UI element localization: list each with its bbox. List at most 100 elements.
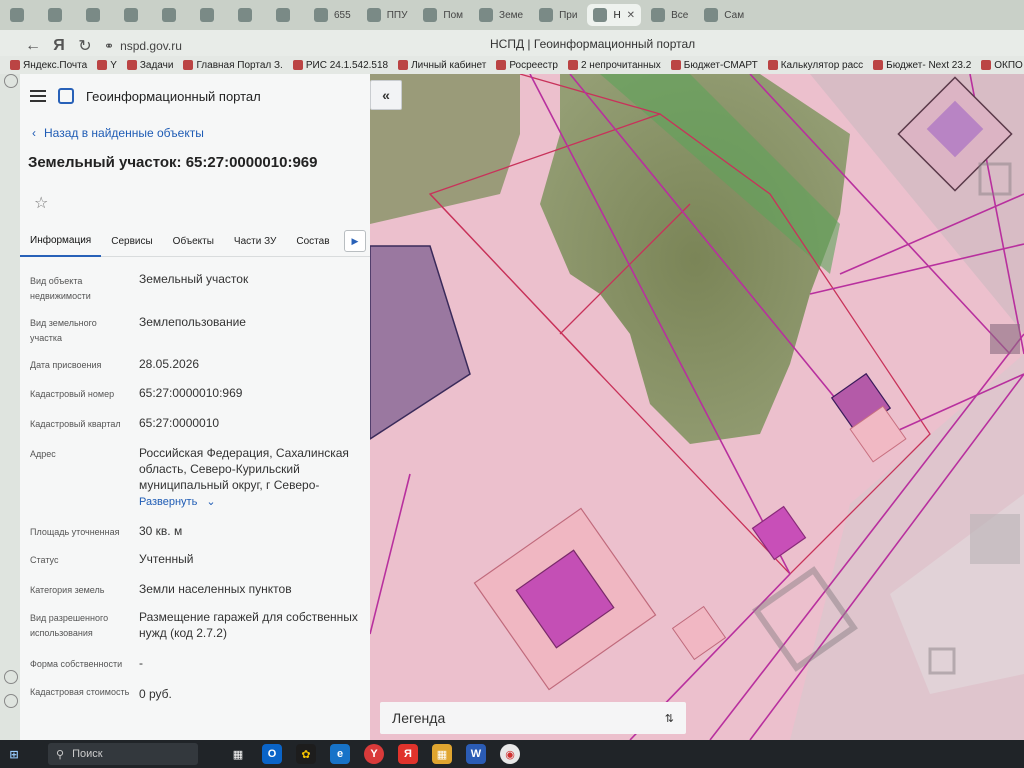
bookmark-label: Калькулятор расс <box>780 59 864 71</box>
app-name: Геоинформационный портал <box>86 88 261 104</box>
yandex-browser-icon[interactable]: Y <box>364 744 384 764</box>
chevron-down-icon: ⌄ <box>206 496 216 508</box>
property-value: Земельный участок <box>139 272 249 286</box>
tab-composition[interactable]: Состав <box>286 226 339 256</box>
back-to-results-link[interactable]: ‹ Назад в найденные объекты <box>32 126 370 140</box>
legend-dropdown[interactable]: Легенда ⇅ <box>380 702 686 734</box>
browser-sidebar <box>0 30 20 740</box>
browser-tab[interactable]: При <box>533 4 583 26</box>
browser-tab[interactable]: Земе <box>473 4 529 26</box>
tab-favicon-icon <box>704 8 719 22</box>
property-value: 65:27:0000010:969 <box>139 386 243 400</box>
bookmark-item[interactable]: Калькулятор расс <box>767 59 864 71</box>
object-info-panel: Геоинформационный портал ‹ Назад в найде… <box>20 74 371 740</box>
tab-favicon-icon <box>86 8 100 22</box>
property-value: 65:27:0000010 <box>139 416 220 430</box>
browser-tab[interactable]: 655 <box>308 4 357 26</box>
property-key: Статус <box>30 555 59 565</box>
sidebar-icon[interactable] <box>4 74 18 88</box>
url-field[interactable]: ⚭ nspd.gov.ru <box>104 35 182 57</box>
browser-tab[interactable] <box>194 4 228 26</box>
property-value: Размещение гаражей для собственных нужд … <box>139 610 358 640</box>
menu-icon[interactable] <box>30 90 46 102</box>
bookmark-item[interactable]: Росреестр <box>496 60 558 71</box>
sort-arrows-icon: ⇅ <box>664 712 674 725</box>
page-title: НСПД | Геоинформационный портал <box>490 37 696 51</box>
property-value: 30 кв. м <box>139 524 183 538</box>
task-view-icon[interactable]: ▦ <box>228 744 248 764</box>
bookmark-item[interactable]: Y <box>97 60 117 71</box>
tab-label: Все <box>671 9 689 21</box>
browser-tab[interactable] <box>270 4 304 26</box>
bookmark-item[interactable]: 2 непрочитанных <box>567 59 661 71</box>
bookmark-item[interactable]: ОКПО по <box>981 60 1024 71</box>
building-parcel <box>671 605 727 661</box>
expand-address-link[interactable]: Развернуть ⌄ <box>139 494 361 510</box>
parcel-line <box>370 473 411 635</box>
bookmark-item[interactable]: Главная Портал З. <box>183 60 283 71</box>
browser-tab[interactable] <box>156 4 190 26</box>
bookmark-item[interactable]: Бюджет- Next 23.2 <box>873 60 971 71</box>
chrome-icon[interactable]: ◉ <box>500 744 520 764</box>
tab-objects[interactable]: Объекты <box>163 226 224 256</box>
tab-label: Земе <box>499 9 524 21</box>
bookmark-icon <box>567 60 578 70</box>
object-title: Земельный участок: 65:27:0000010:969 <box>28 154 318 171</box>
bookmark-label: Росреестр <box>509 59 558 71</box>
browser-tab[interactable]: Н ✕ <box>587 4 642 26</box>
outlook-icon[interactable]: O <box>262 744 282 764</box>
bookmark-item[interactable]: Бюджет-СМАРТ <box>670 60 758 71</box>
legend-label: Легенда <box>392 710 446 726</box>
property-value: Земли населенных пунктов <box>139 582 292 596</box>
browser-tab[interactable] <box>42 4 76 26</box>
word-icon[interactable]: W <box>466 744 486 764</box>
chevron-left-icon: ‹ <box>32 126 36 140</box>
collapse-panel-button[interactable]: « <box>370 80 402 110</box>
file-explorer-icon[interactable]: ▦ <box>432 744 452 764</box>
map-canvas[interactable] <box>370 74 1024 740</box>
property-key: Кадастровая стоимость <box>30 687 130 697</box>
start-icon[interactable]: ⊞ <box>4 744 24 764</box>
browser-tab[interactable] <box>232 4 266 26</box>
bookmark-icon <box>126 60 137 70</box>
edge-icon[interactable]: e <box>330 744 350 764</box>
browser-tab[interactable]: Все <box>645 4 694 26</box>
tab-information[interactable]: Информация <box>20 225 102 257</box>
bookmark-item[interactable]: Задачи <box>126 60 173 71</box>
tab-favicon-icon <box>10 8 24 22</box>
tab-favicon-icon <box>479 8 494 22</box>
taskbar-search[interactable]: ⚲ Поиск <box>48 743 198 765</box>
sidebar-icon[interactable] <box>4 694 18 708</box>
sidebar-icon[interactable] <box>4 670 18 684</box>
bookmark-item[interactable]: Личный кабинет <box>398 60 486 71</box>
cadastral-map[interactable]: « Легенда ⇅ <box>370 74 1024 740</box>
yandex-icon[interactable]: Я <box>398 744 418 764</box>
tab-label: Сам <box>724 9 745 21</box>
bookmark-icon <box>767 60 778 70</box>
close-tab-icon[interactable]: ✕ <box>627 10 635 21</box>
bookmark-item[interactable]: РИС 24.1.542.518 <box>292 59 389 71</box>
tab-label: 655 <box>334 9 351 21</box>
bookmark-label: 2 непрочитанных <box>580 59 661 71</box>
property-key: Дата присвоения <box>30 360 102 370</box>
tab-favicon-icon <box>366 8 381 22</box>
tab-services[interactable]: Сервисы <box>101 226 162 256</box>
bookmark-item[interactable]: Яндекс.Почта <box>10 60 87 71</box>
windows-taskbar: ⊞ ⚲ Поиск ▦ O ✿ e Y Я ▦ W ◉ <box>0 740 1024 768</box>
favorite-star-icon[interactable]: ☆ <box>34 193 50 212</box>
site-info-icon[interactable]: ⚭ <box>104 39 114 53</box>
tabs-scroll-right-button[interactable]: ▶ <box>344 230 366 252</box>
tab-favicon-icon <box>314 8 328 22</box>
browser-tab[interactable] <box>4 4 38 26</box>
tab-parts[interactable]: Части ЗУ <box>224 226 286 256</box>
bookmark-label: РИС 24.1.542.518 <box>305 59 389 71</box>
browser-tab[interactable] <box>80 4 114 26</box>
browser-tab[interactable] <box>118 4 152 26</box>
browser-tab[interactable]: ППУ <box>361 4 414 26</box>
target-parcel <box>751 505 807 561</box>
building-parcel <box>990 324 1020 354</box>
browser-tab[interactable]: Сам <box>698 4 750 26</box>
tab-favicon-icon <box>238 8 252 22</box>
browser-tab[interactable]: Пом <box>417 4 469 26</box>
app-icon[interactable]: ✿ <box>296 744 316 764</box>
